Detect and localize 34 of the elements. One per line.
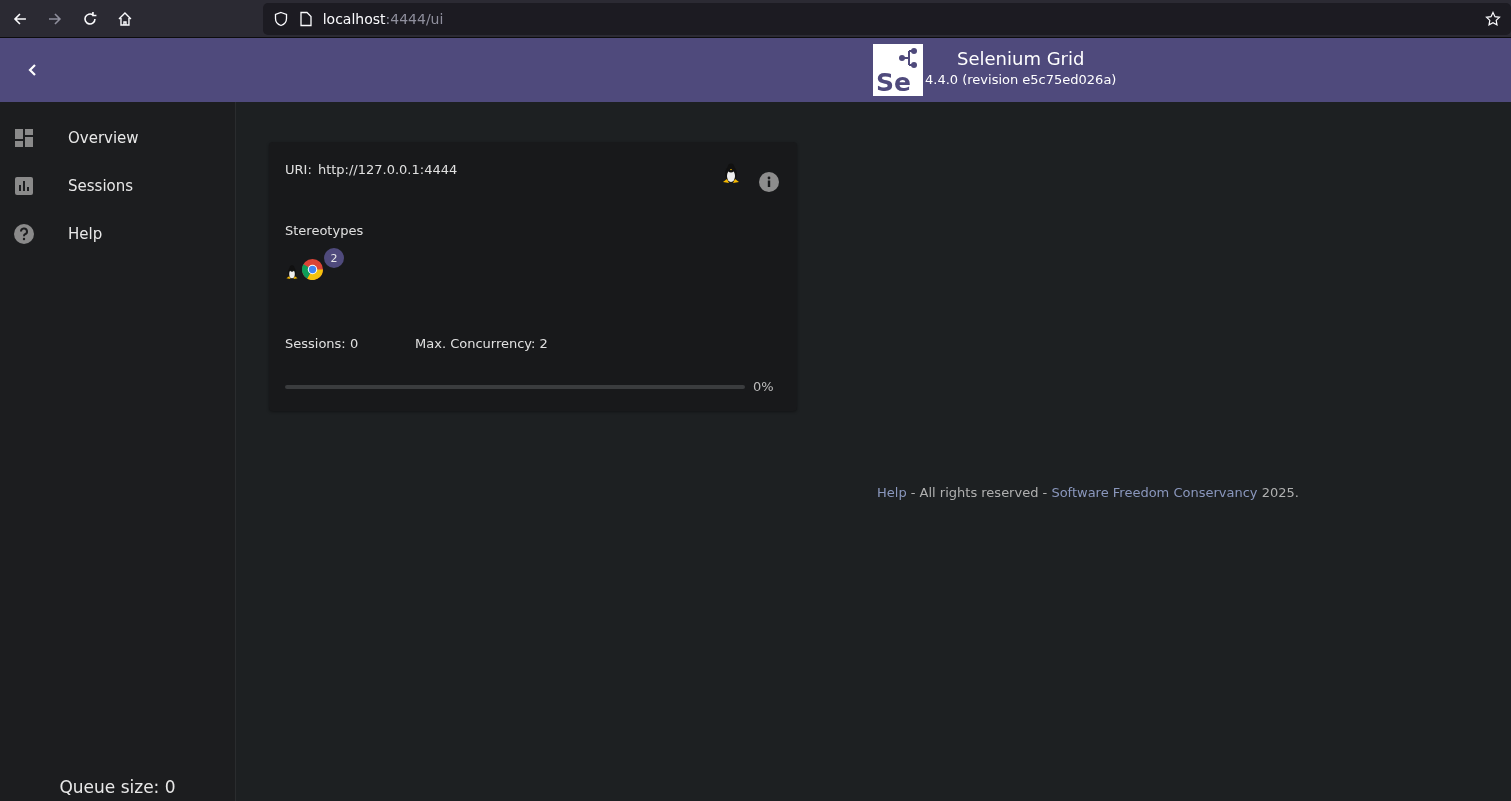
footer-text: Help - All rights reserved - Software Freedom Conservancy 2025. xyxy=(877,485,1300,500)
sidebar-item[interactable]: Sessions xyxy=(0,162,235,210)
sidebar-item[interactable]: Overview xyxy=(0,114,235,162)
bar-chart-icon xyxy=(14,176,34,196)
help-icon xyxy=(14,224,34,244)
help-link[interactable]: Help xyxy=(877,485,907,500)
page-icon xyxy=(298,10,313,27)
address-bar[interactable]: localhost:4444/ui xyxy=(262,2,1511,35)
forward-icon[interactable] xyxy=(46,10,63,27)
conservancy-link[interactable]: Software Freedom Conservancy xyxy=(1051,485,1258,500)
count-badge: 2 xyxy=(324,248,344,268)
dashboard-icon xyxy=(14,128,34,148)
app-title: Selenium Grid xyxy=(956,48,1086,69)
logo: Se xyxy=(873,44,923,96)
version-text: 4.4.0 (revision e5c75ed026a) xyxy=(925,72,1117,87)
reload-icon[interactable] xyxy=(81,10,98,27)
percent-text: 0% xyxy=(753,379,774,394)
chrome-icon xyxy=(302,259,323,280)
home-icon[interactable] xyxy=(116,10,133,27)
uri-value: http://127.0.0.1:4444 xyxy=(317,162,458,177)
penguin-icon xyxy=(285,264,299,280)
uri-label: URI: xyxy=(285,162,312,177)
sidebar-item[interactable]: Help xyxy=(0,210,235,258)
stereotypes-label: Stereotypes xyxy=(285,223,365,238)
url-host: localhost xyxy=(322,10,386,27)
shield-icon xyxy=(272,10,289,27)
sessions-text: Sessions: 0 xyxy=(285,336,360,351)
chevron-left-icon[interactable] xyxy=(27,63,37,77)
max-concurrency-text: Max. Concurrency: 2 xyxy=(415,336,548,351)
info-icon[interactable] xyxy=(759,172,779,192)
penguin-icon xyxy=(721,162,741,184)
bookmark-star-icon[interactable] xyxy=(1485,10,1501,27)
url-path: :4444/ui xyxy=(385,10,444,27)
queue-size-text: Queue size: 0 xyxy=(58,777,177,799)
